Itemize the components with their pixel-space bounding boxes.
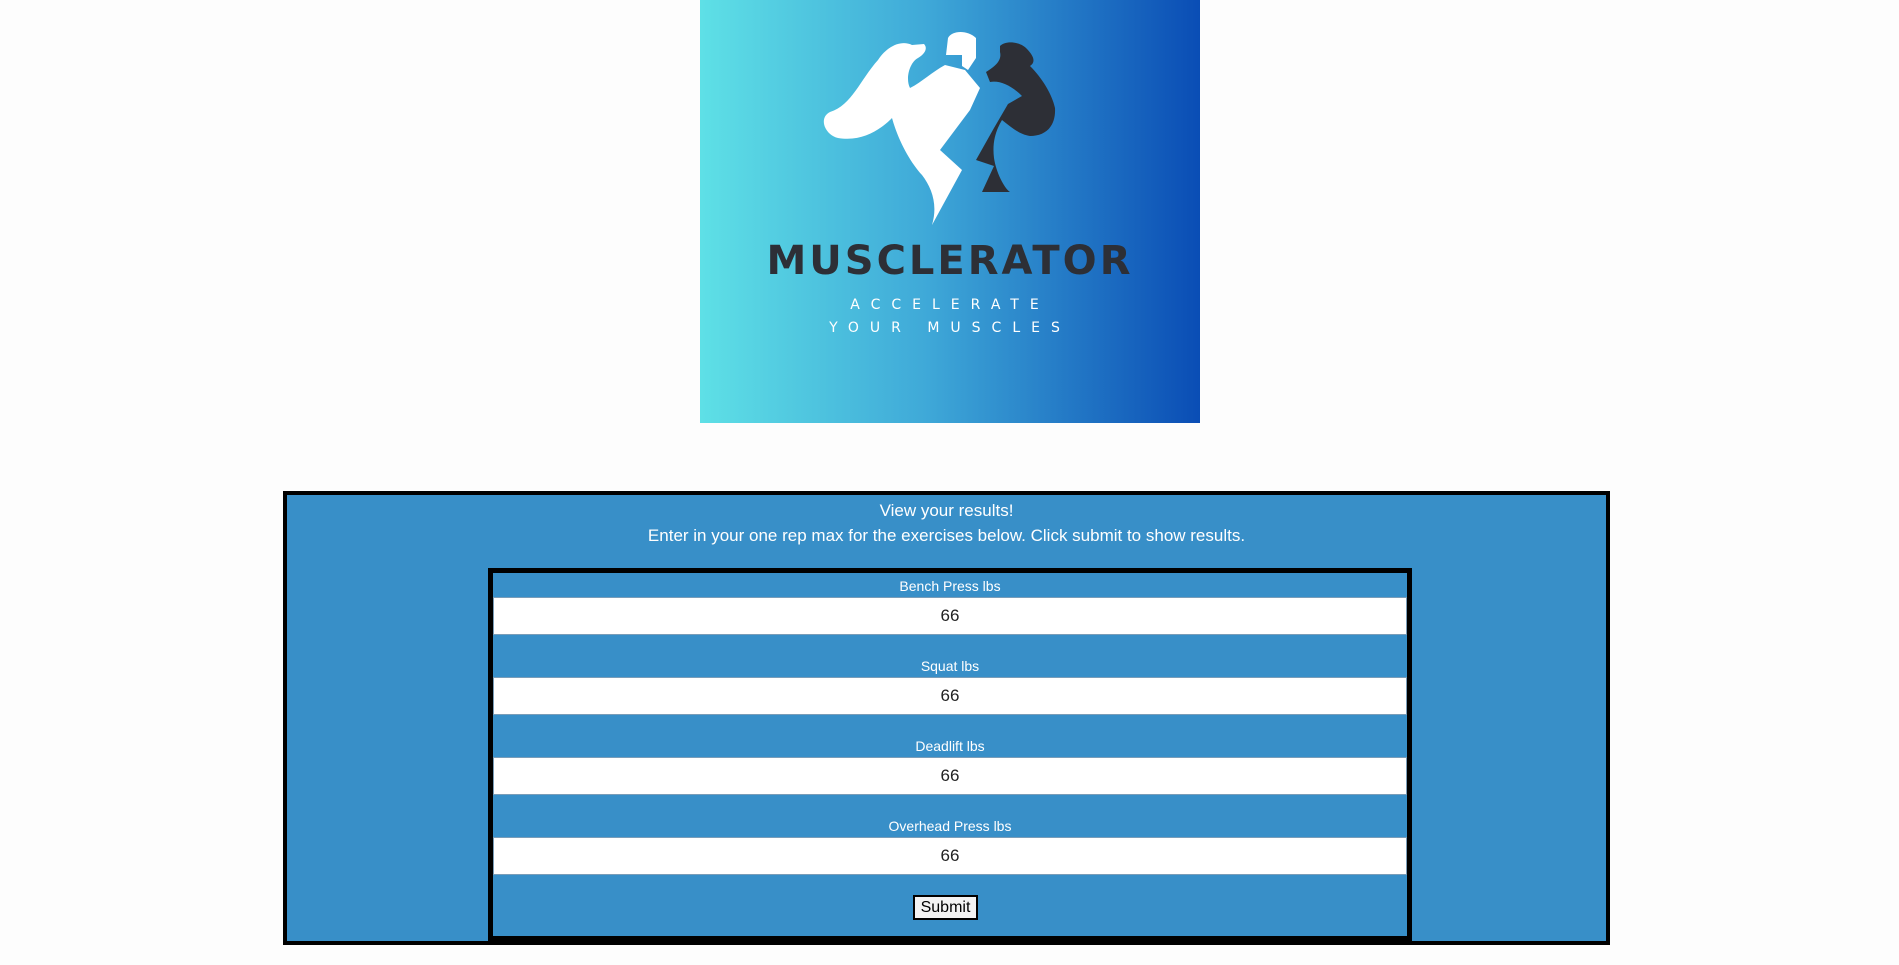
- brand-name: MUSCLERATOR: [766, 238, 1134, 284]
- musclerator-logo: MUSCLERATOR ACCELERATE YOUR MUSCLES: [700, 0, 1200, 423]
- one-rep-max-form: Bench Press lbs Squat lbs Deadlift lbs O…: [488, 568, 1412, 941]
- panel-instructions: Enter in your one rep max for the exerci…: [647, 526, 1246, 545]
- flexing-man-lightning-icon: [823, 32, 1056, 225]
- bench-press-field: Bench Press lbs: [493, 573, 1407, 653]
- bench-press-label: Bench Press lbs: [899, 578, 1001, 594]
- submit-button[interactable]: Submit: [913, 895, 978, 920]
- deadlift-input[interactable]: [493, 757, 1407, 795]
- deadlift-label: Deadlift lbs: [915, 738, 985, 754]
- brand-tagline: ACCELERATE YOUR MUSCLES: [829, 297, 1071, 336]
- bench-press-input[interactable]: [493, 597, 1407, 635]
- overhead-press-field: Overhead Press lbs: [493, 813, 1407, 893]
- results-panel: View your results! Enter in your one rep…: [283, 491, 1610, 945]
- squat-field: Squat lbs: [493, 653, 1407, 733]
- panel-title: View your results!: [879, 501, 1014, 520]
- deadlift-field: Deadlift lbs: [493, 733, 1407, 813]
- squat-input[interactable]: [493, 677, 1407, 715]
- overhead-press-label: Overhead Press lbs: [888, 818, 1012, 834]
- overhead-press-input[interactable]: [493, 837, 1407, 875]
- squat-label: Squat lbs: [920, 658, 980, 674]
